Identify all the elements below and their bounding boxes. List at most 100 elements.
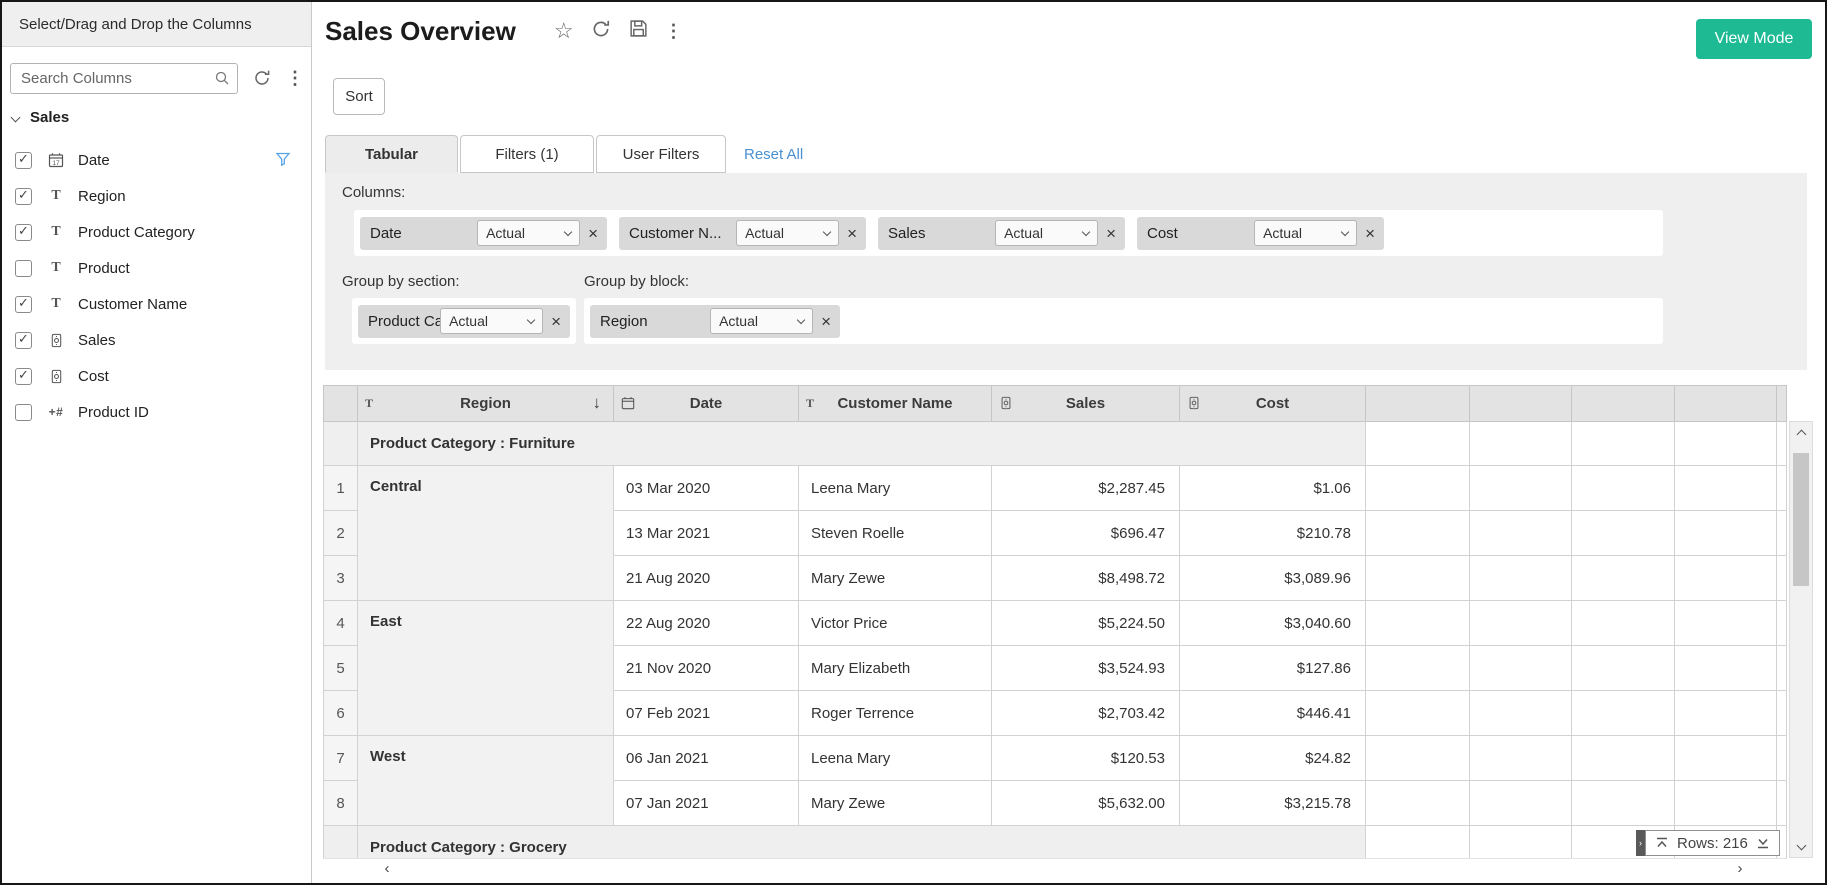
aggregate-select[interactable]: Actual <box>995 220 1098 246</box>
close-icon[interactable]: × <box>1106 225 1116 242</box>
reset-all-link[interactable]: Reset All <box>744 146 803 163</box>
sidebar-more-options-icon[interactable]: ⋮ <box>286 69 304 87</box>
go-to-top-icon[interactable] <box>1655 836 1669 850</box>
sidebar-item-cost[interactable]: ✓ Cost <box>2 358 311 394</box>
aggregate-select[interactable]: Actual <box>1254 220 1357 246</box>
text-type-icon: T <box>45 188 67 204</box>
checkbox-checked[interactable]: ✓ <box>15 224 32 241</box>
column-header-region[interactable]: T Region ↓ <box>358 386 614 422</box>
text-type-icon: T <box>806 396 814 411</box>
checkbox-unchecked[interactable] <box>15 404 32 421</box>
number-type-icon: +# <box>45 405 67 419</box>
sort-button[interactable]: Sort <box>333 78 385 115</box>
scroll-down-button[interactable] <box>1790 833 1812 857</box>
filter-icon[interactable] <box>275 151 291 172</box>
empty-column-header <box>1675 386 1777 422</box>
group-by-section-dropzone[interactable]: Product Cat... Actual × <box>352 298 576 344</box>
pill-customer-name[interactable]: Customer N... Actual × <box>619 217 866 250</box>
empty-cell <box>1572 736 1675 781</box>
empty-cell <box>1470 691 1572 736</box>
close-icon[interactable]: × <box>551 313 561 330</box>
calendar-icon <box>621 396 635 414</box>
empty-cell <box>1366 466 1470 511</box>
checkbox-checked[interactable]: ✓ <box>15 188 32 205</box>
empty-cell <box>1366 601 1470 646</box>
scroll-up-button[interactable] <box>1790 422 1812 446</box>
column-header-date[interactable]: Date <box>614 386 799 422</box>
checkbox-checked[interactable]: ✓ <box>15 332 32 349</box>
empty-cell <box>1470 826 1572 859</box>
view-mode-button[interactable]: View Mode <box>1696 19 1812 59</box>
calendar-icon: 17 <box>45 152 67 168</box>
app-window: Select/Drag and Drop the Columns ⋮ Sales… <box>0 0 1827 885</box>
scroll-left-button[interactable]: ‹ <box>378 861 396 876</box>
checkbox-checked[interactable]: ✓ <box>15 296 32 313</box>
aggregate-select[interactable]: Actual <box>477 220 580 246</box>
column-header-sales[interactable]: Sales <box>992 386 1180 422</box>
customer-cell: Mary Elizabeth <box>799 646 992 691</box>
pill-cost[interactable]: Cost Actual × <box>1137 217 1384 250</box>
empty-cell <box>1572 781 1675 826</box>
checkbox-checked[interactable]: ✓ <box>15 368 32 385</box>
pill-product-category[interactable]: Product Cat... Actual × <box>358 305 570 338</box>
aggregate-select[interactable]: Actual <box>736 220 839 246</box>
more-options-icon[interactable]: ⋮ <box>665 22 683 40</box>
empty-cell <box>1572 601 1675 646</box>
column-header-cost[interactable]: Cost <box>1180 386 1366 422</box>
sales-cell: $120.53 <box>992 736 1180 781</box>
close-icon[interactable]: × <box>847 225 857 242</box>
sidebar-item-date[interactable]: ✓ 17 Date <box>2 142 311 178</box>
refresh-icon[interactable] <box>590 18 612 45</box>
empty-cell <box>1366 736 1470 781</box>
sidebar-item-product[interactable]: T Product <box>2 250 311 286</box>
save-icon[interactable] <box>628 18 649 44</box>
vertical-scroll-thumb[interactable] <box>1793 453 1809 586</box>
sidebar-item-customer-name[interactable]: ✓ T Customer Name <box>2 286 311 322</box>
empty-cell <box>1366 556 1470 601</box>
aggregate-select[interactable]: Actual <box>440 308 543 334</box>
pill-sales[interactable]: Sales Actual × <box>878 217 1125 250</box>
checkbox-checked[interactable]: ✓ <box>15 152 32 169</box>
empty-cell <box>1675 691 1777 736</box>
data-table: T Region ↓ Date T Customer Name <box>323 385 1787 858</box>
columns-sidebar: Select/Drag and Drop the Columns ⋮ Sales… <box>2 2 312 883</box>
close-icon[interactable]: × <box>588 225 598 242</box>
favorite-star-icon[interactable]: ☆ <box>554 20 574 42</box>
checkbox-unchecked[interactable] <box>15 260 32 277</box>
row-number-cell: 8 <box>324 781 358 826</box>
tab-filters[interactable]: Filters (1) <box>460 135 594 173</box>
horizontal-scrollbar[interactable]: ‹ › <box>323 858 1787 877</box>
search-input[interactable] <box>10 63 238 94</box>
column-header-customer-name[interactable]: T Customer Name <box>799 386 992 422</box>
tab-user-filters[interactable]: User Filters <box>596 135 726 173</box>
sort-desc-icon[interactable]: ↓ <box>593 393 602 413</box>
pill-region[interactable]: Region Actual × <box>590 305 840 338</box>
sidebar-item-product-id[interactable]: +# Product ID <box>2 394 311 430</box>
sidebar-group-sales[interactable]: Sales <box>12 109 69 126</box>
empty-cell <box>1675 646 1777 691</box>
badge-collapse-handle[interactable]: › <box>1636 830 1645 856</box>
sidebar-item-region[interactable]: ✓ T Region <box>2 178 311 214</box>
group-by-block-dropzone[interactable]: Region Actual × <box>584 298 1663 344</box>
customer-cell: Steven Roelle <box>799 511 992 556</box>
refresh-icon[interactable] <box>252 68 272 88</box>
customer-cell: Leena Mary <box>799 736 992 781</box>
chevron-down-icon <box>527 315 535 323</box>
close-icon[interactable]: × <box>821 313 831 330</box>
aggregate-select[interactable]: Actual <box>710 308 813 334</box>
scroll-right-button[interactable]: › <box>1731 861 1749 876</box>
pill-date[interactable]: Date Actual × <box>360 217 607 250</box>
go-to-bottom-icon[interactable] <box>1756 836 1770 850</box>
cost-cell: $446.41 <box>1180 691 1366 736</box>
empty-cell <box>1777 646 1787 691</box>
row-number-cell: 5 <box>324 646 358 691</box>
sidebar-item-sales[interactable]: ✓ Sales <box>2 322 311 358</box>
close-icon[interactable]: × <box>1365 225 1375 242</box>
columns-dropzone[interactable]: Date Actual × Customer N... Actual × Sal… <box>354 210 1663 256</box>
sidebar-item-product-category[interactable]: ✓ T Product Category <box>2 214 311 250</box>
tab-tabular[interactable]: Tabular <box>325 135 458 173</box>
tab-bar: Tabular Filters (1) User Filters Reset A… <box>325 135 803 173</box>
region-cell: West <box>358 736 614 826</box>
vertical-scrollbar[interactable] <box>1789 421 1813 858</box>
chevron-down-icon <box>564 227 572 235</box>
